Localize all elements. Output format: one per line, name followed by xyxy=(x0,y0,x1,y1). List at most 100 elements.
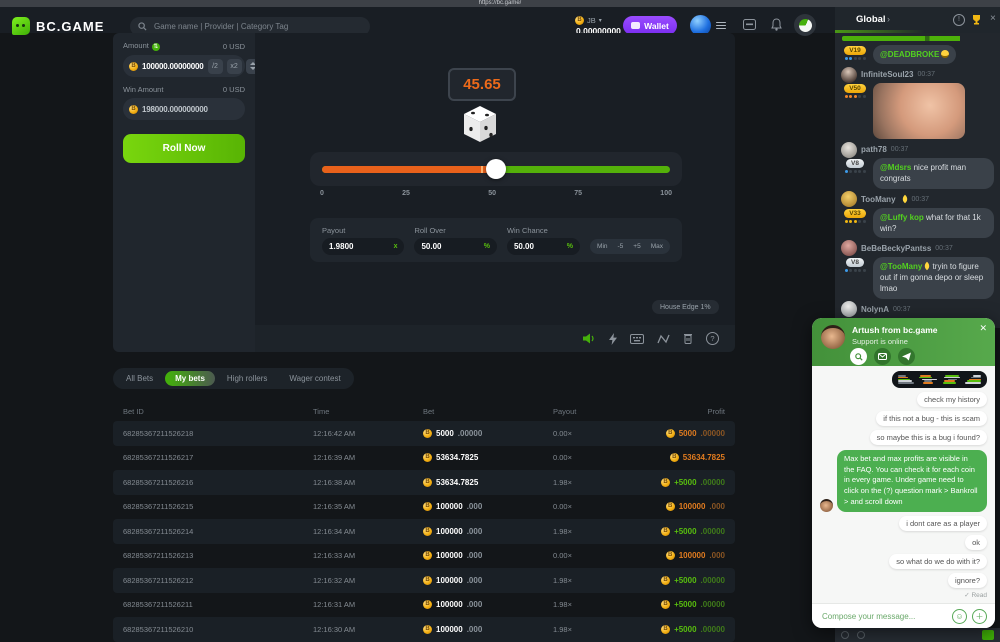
shared-screenshot-thumbnail[interactable] xyxy=(892,371,987,388)
chat-mention[interactable]: @DEADBROKE xyxy=(880,50,939,59)
table-row[interactable]: 6828536721152621812:16:42 AMB5000.000000… xyxy=(113,421,735,446)
vip-badge: V33 xyxy=(844,209,866,218)
chevron-right-icon[interactable]: › xyxy=(887,14,890,24)
tab-wager-contest[interactable]: Wager contest xyxy=(279,371,350,386)
chance-max-button[interactable]: Max xyxy=(647,241,667,252)
tab-all-bets[interactable]: All Bets xyxy=(116,371,163,386)
chat-username[interactable]: TooMany xyxy=(861,195,896,204)
emoji-icon[interactable]: ☺ xyxy=(952,609,967,624)
roll-slider[interactable] xyxy=(310,152,682,186)
user-message-bubble: if this not a bug - this is scam xyxy=(876,411,987,426)
tab-my-bets[interactable]: My bets xyxy=(165,371,215,386)
win-chance-quick-buttons: Min-5+5Max xyxy=(590,239,670,254)
table-row[interactable]: 6828536721152621512:16:35 AMB100000.0000… xyxy=(113,495,735,520)
roll-result-display: 45.65 xyxy=(448,68,516,101)
support-email-button[interactable] xyxy=(874,348,891,365)
close-chat-icon[interactable]: × xyxy=(990,13,996,24)
table-row[interactable]: 6828536721152621312:16:33 AMB100000.0000… xyxy=(113,544,735,569)
profile-avatar[interactable] xyxy=(794,14,816,36)
trophy-icon[interactable] xyxy=(971,14,982,25)
chat-channel-tab[interactable]: Global xyxy=(856,14,886,25)
hotkeys-icon[interactable] xyxy=(630,334,644,344)
tab-high-rollers[interactable]: High rollers xyxy=(217,371,277,386)
sound-icon[interactable] xyxy=(583,333,596,344)
chat-sidebar[interactable]: V19@DEADBROKEInfiniteSoul2300:37V50path7… xyxy=(835,33,1000,328)
column-header: Bet ID xyxy=(123,407,313,416)
slider-tick-labels: 0255075100 xyxy=(310,190,682,197)
support-telegram-button[interactable] xyxy=(898,348,915,365)
half-bet-button[interactable]: /2 xyxy=(208,59,223,74)
chat-username[interactable]: path78 xyxy=(861,145,887,154)
payout-input[interactable]: 1.9800 x xyxy=(322,238,404,255)
chat-message-list: V19@DEADBROKEInfiniteSoul2300:37V50path7… xyxy=(840,45,995,328)
turbo-icon[interactable] xyxy=(609,333,617,345)
banana-emoji-icon xyxy=(923,262,931,270)
seed-icon[interactable] xyxy=(683,333,693,344)
chat-attach-icon[interactable] xyxy=(857,631,865,639)
avatar[interactable] xyxy=(841,191,857,207)
chat-emoji-icon[interactable] xyxy=(841,631,849,639)
table-row[interactable]: 6828536721152621112:16:31 AMB100000.0001… xyxy=(113,593,735,618)
notifications-icon[interactable] xyxy=(771,18,782,31)
table-row[interactable]: 6828536721152621712:16:39 AMB53634.78250… xyxy=(113,446,735,471)
column-header: Time xyxy=(313,407,423,416)
avatar[interactable] xyxy=(841,240,857,256)
send-icon[interactable]: ＋ xyxy=(972,609,987,624)
chat-username[interactable]: NolynA xyxy=(861,305,889,314)
chat-bubble: @DEADBROKE xyxy=(873,45,956,64)
currency-toggle-icon[interactable]: ⇅ xyxy=(152,43,160,51)
support-close-icon[interactable]: ✕ xyxy=(979,323,987,334)
coin-icon: B xyxy=(423,576,432,585)
table-row[interactable]: 6828536721152621412:16:34 AMB100000.0001… xyxy=(113,519,735,544)
chat-username[interactable]: BeBeBeckyPantss xyxy=(861,244,931,253)
chat-message-header: path7800:37 xyxy=(841,142,994,157)
chevron-down-icon: ▾ xyxy=(599,17,602,24)
bet-amount-input[interactable]: B 100000.00000000 /2 x2 xyxy=(123,55,245,77)
bc-game-logo[interactable]: BC.GAME xyxy=(12,17,104,35)
avatar[interactable] xyxy=(841,67,857,83)
site-header: BC.GAME B JB ▾ 0.00000000 Wallet xyxy=(0,7,835,33)
chat-send-button[interactable] xyxy=(982,630,994,640)
chat-mention[interactable]: @Luffy kop xyxy=(880,213,924,222)
roll-over-input[interactable]: 50.00 % xyxy=(414,238,496,255)
chat-rules-icon[interactable]: ! xyxy=(953,14,965,26)
global-chat-input-bar[interactable] xyxy=(835,628,1000,642)
chat-image-attachment[interactable] xyxy=(873,83,965,139)
double-bet-button[interactable]: x2 xyxy=(227,59,242,74)
slider-thumb[interactable] xyxy=(486,159,506,179)
bet-amount: B100000.000 xyxy=(423,600,553,609)
search-input[interactable] xyxy=(152,21,356,32)
payout-label: Payout xyxy=(322,226,404,235)
account-menu-icon[interactable] xyxy=(716,20,726,31)
bet-profit: B+5000.00000 xyxy=(658,576,725,585)
coin-icon: B xyxy=(423,600,432,609)
chance-5-button[interactable]: +5 xyxy=(629,241,644,252)
stats-trend-icon[interactable] xyxy=(657,334,670,344)
bet-payout: 0.00× xyxy=(553,502,658,511)
support-status: Support is online xyxy=(852,337,908,346)
table-row[interactable]: 6828536721152621012:16:30 AMB100000.0001… xyxy=(113,617,735,642)
support-compose-input[interactable] xyxy=(820,611,947,622)
roll-over-label: Roll Over xyxy=(414,226,496,235)
chat-mention[interactable]: @Mdsrs xyxy=(880,163,911,172)
support-compose-bar: ☺ ＋ xyxy=(812,603,995,628)
roll-now-button[interactable]: Roll Now xyxy=(123,134,245,163)
bet-amount: B100000.000 xyxy=(423,527,553,536)
chat-mention[interactable]: @TooMany xyxy=(880,262,922,271)
table-row[interactable]: 6828536721152621212:16:32 AMB100000.0001… xyxy=(113,568,735,593)
messages-icon[interactable] xyxy=(743,19,756,30)
table-row[interactable]: 6828536721152621612:16:38 AMB53634.78251… xyxy=(113,470,735,495)
chance-min-button[interactable]: Min xyxy=(593,241,611,252)
help-icon[interactable]: ? xyxy=(706,332,719,345)
bet-profit: B+5000.00000 xyxy=(658,527,725,536)
chat-timestamp: 00:37 xyxy=(912,196,930,203)
avatar[interactable] xyxy=(841,301,857,317)
support-search-button[interactable] xyxy=(850,348,867,365)
chance-5-button[interactable]: -5 xyxy=(614,241,628,252)
win-chance-input[interactable]: 50.00 % xyxy=(507,238,580,255)
bet-amount: B100000.000 xyxy=(423,625,553,634)
bet-profit: B100000.000 xyxy=(658,502,725,511)
avatar[interactable] xyxy=(841,142,857,158)
vip-progress-pips xyxy=(845,269,866,272)
chat-username[interactable]: InfiniteSoul23 xyxy=(861,70,913,79)
